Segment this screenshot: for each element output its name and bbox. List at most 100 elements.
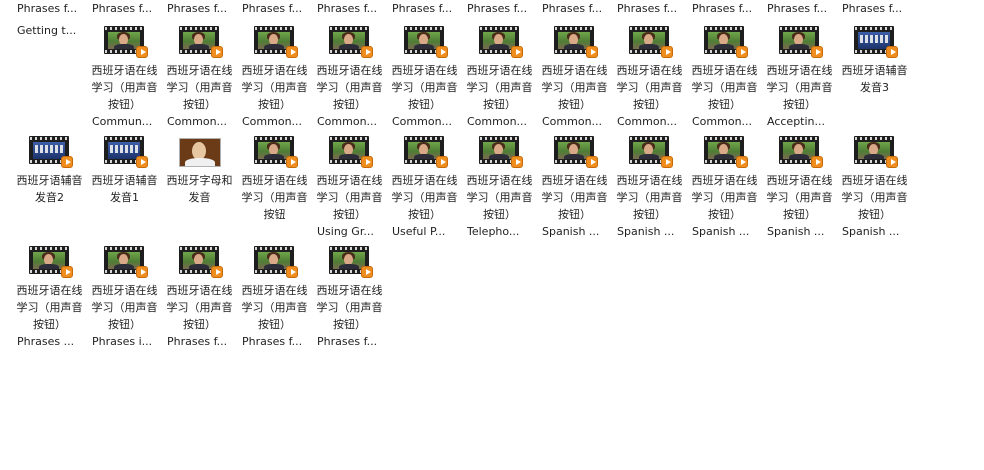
file-item[interactable]: Phrases f... [87, 0, 162, 22]
play-badge-icon [60, 266, 73, 278]
video-file-icon [627, 134, 673, 168]
file-name: 西班牙语在线学习（用声音按钮） Useful P... [388, 172, 461, 240]
file-name-text: 西班牙语在线学习（用声音按钮） [766, 174, 833, 221]
file-name-suffix: Phrases f... [167, 335, 228, 348]
file-item[interactable]: Getting t... [12, 22, 87, 44]
file-name-text: 西班牙语在线学习（用声音按钮） [691, 174, 758, 221]
video-file-icon [252, 244, 298, 278]
file-name: 西班牙语在线学习（用声音按钮） Phrases f... [238, 282, 311, 350]
file-item[interactable]: 西班牙语在线学习（用声音按钮） Phrases f... [237, 242, 312, 352]
file-name: 西班牙语在线学习（用声音按钮） Phrases i... [88, 282, 161, 350]
file-item[interactable]: 西班牙语辅音发音3 [837, 22, 912, 132]
file-name: 西班牙语在线学习（用声音按钮） Phrases f... [313, 282, 386, 350]
file-item[interactable]: Phrases f... [762, 0, 837, 22]
video-file-icon [552, 134, 598, 168]
file-name-text: 西班牙语在线学习（用声音按钮） [841, 174, 908, 221]
file-item[interactable]: 西班牙语在线学习（用声音按钮） Spanish ... [612, 132, 687, 242]
file-item[interactable]: 西班牙语在线学习（用声音按钮） Common... [537, 22, 612, 132]
video-file-icon [477, 134, 523, 168]
file-item[interactable]: 西班牙语在线学习（用声音按钮） Common... [387, 22, 462, 132]
file-name: 西班牙语在线学习（用声音按钮） Acceptin... [763, 62, 836, 130]
file-name: 西班牙语在线学习（用声音按钮 [238, 172, 311, 223]
file-item[interactable]: 西班牙语在线学习（用声音按钮） Common... [312, 22, 387, 132]
file-item[interactable]: 西班牙语在线学习（用声音按钮） Phrases f... [312, 242, 387, 352]
video-file-icon [102, 134, 148, 168]
file-item[interactable]: 西班牙语在线学习（用声音按钮） Common... [237, 22, 312, 132]
file-name: 西班牙语辅音发音3 [838, 62, 911, 96]
play-badge-icon [660, 46, 673, 58]
file-item[interactable]: 西班牙语在线学习（用声音按钮） Phrases ... [12, 242, 87, 352]
file-name: 西班牙语在线学习（用声音按钮） Common... [613, 62, 686, 130]
file-item[interactable]: 西班牙语在线学习（用声音按钮） Spanish ... [687, 132, 762, 242]
file-name: 西班牙语在线学习（用声音按钮） Spanish ... [763, 172, 836, 240]
file-name-text: 西班牙语在线学习（用声音按钮） [316, 284, 383, 331]
file-item[interactable]: 西班牙语在线学习（用声音按钮） Phrases f... [162, 242, 237, 352]
file-name-text: 西班牙语在线学习（用声音按钮） [391, 174, 458, 221]
file-item[interactable]: 西班牙语在线学习（用声音按钮） Acceptin... [762, 22, 837, 132]
file-item[interactable]: 西班牙字母和发音 [162, 132, 237, 242]
file-item[interactable]: 西班牙语在线学习（用声音按钮） Common... [687, 22, 762, 132]
file-name-suffix: Spanish ... [692, 225, 750, 238]
video-file-icon [852, 134, 898, 168]
video-file-icon [102, 244, 148, 278]
video-file-icon [852, 24, 898, 58]
file-name-text: 西班牙语在线学习（用声音按钮） [541, 174, 608, 221]
video-file-icon [27, 134, 73, 168]
file-item[interactable]: Phrases f... [237, 0, 312, 22]
play-badge-icon [285, 46, 298, 58]
file-name: 西班牙语在线学习（用声音按钮） Common... [313, 62, 386, 130]
video-file-icon [177, 244, 223, 278]
file-item[interactable]: 西班牙语在线学习（用声音按钮 [237, 132, 312, 242]
file-item[interactable]: 西班牙语在线学习（用声音按钮） Useful P... [387, 132, 462, 242]
file-item[interactable]: 西班牙语在线学习（用声音按钮） Using Gr... [312, 132, 387, 242]
file-name: Phrases f... [317, 2, 378, 15]
file-item[interactable]: Phrases f... [312, 0, 387, 22]
file-name: Phrases f... [92, 2, 153, 15]
file-name: 西班牙语在线学习（用声音按钮） Common... [463, 62, 536, 130]
file-item[interactable]: Phrases f... [537, 0, 612, 22]
file-name: Phrases f... [467, 2, 528, 15]
video-file-icon [552, 24, 598, 58]
video-file-icon [27, 244, 73, 278]
file-item[interactable]: 西班牙语在线学习（用声音按钮） Spanish ... [762, 132, 837, 242]
file-item[interactable]: 西班牙语在线学习（用声音按钮） Common... [462, 22, 537, 132]
file-name-text: 西班牙语在线学习（用声音按钮） [766, 64, 833, 111]
file-name: 西班牙语在线学习（用声音按钮） Spanish ... [688, 172, 761, 240]
file-item[interactable]: Phrases f... [837, 0, 912, 22]
file-name-suffix: Phrases i... [92, 335, 153, 348]
file-item[interactable]: Phrases f... [387, 0, 462, 22]
file-name: Phrases f... [692, 2, 753, 15]
play-badge-icon [210, 46, 223, 58]
image-thumbnail-icon [177, 134, 223, 168]
file-item[interactable]: 西班牙语在线学习（用声音按钮） Common... [612, 22, 687, 132]
file-item[interactable]: 西班牙语在线学习（用声音按钮） Spanish ... [837, 132, 912, 242]
file-name-suffix: Spanish ... [842, 225, 900, 238]
file-name-suffix: Spanish ... [617, 225, 675, 238]
file-item[interactable]: 西班牙语辅音发音2 [12, 132, 87, 242]
play-badge-icon [285, 266, 298, 278]
file-item[interactable]: 西班牙语在线学习（用声音按钮） Spanish ... [537, 132, 612, 242]
file-item[interactable]: 西班牙语在线学习（用声音按钮） Commun... [87, 22, 162, 132]
file-item[interactable]: Phrases f... [162, 0, 237, 22]
file-item[interactable]: 西班牙语辅音发音1 [87, 132, 162, 242]
file-name: Phrases f... [167, 2, 228, 15]
file-item[interactable]: 西班牙语在线学习（用声音按钮） Telepho... [462, 132, 537, 242]
file-name-text: 西班牙语在线学习（用声音按钮） [91, 284, 158, 331]
file-item[interactable]: Phrases f... [12, 0, 87, 22]
file-name-suffix: Common... [242, 115, 303, 128]
video-file-icon [402, 24, 448, 58]
file-list-pane: Phrases f... Phrases f... Phrases f... Phra… [0, 0, 984, 470]
file-item[interactable]: 西班牙语在线学习（用声音按钮） Common... [162, 22, 237, 132]
play-badge-icon [585, 156, 598, 168]
file-name: Phrases f... [842, 2, 903, 15]
file-name-text: 西班牙语在线学习（用声音按钮） [691, 64, 758, 111]
play-badge-icon [810, 156, 823, 168]
file-item[interactable]: Phrases f... [612, 0, 687, 22]
file-name: 西班牙语辅音发音2 [13, 172, 86, 206]
video-file-icon [627, 24, 673, 58]
file-item[interactable]: Phrases f... [462, 0, 537, 22]
file-name-suffix: Phrases f... [317, 335, 378, 348]
file-item[interactable]: 西班牙语在线学习（用声音按钮） Phrases i... [87, 242, 162, 352]
file-name-text: 西班牙语辅音发音3 [841, 64, 908, 94]
file-item[interactable]: Phrases f... [687, 0, 762, 22]
